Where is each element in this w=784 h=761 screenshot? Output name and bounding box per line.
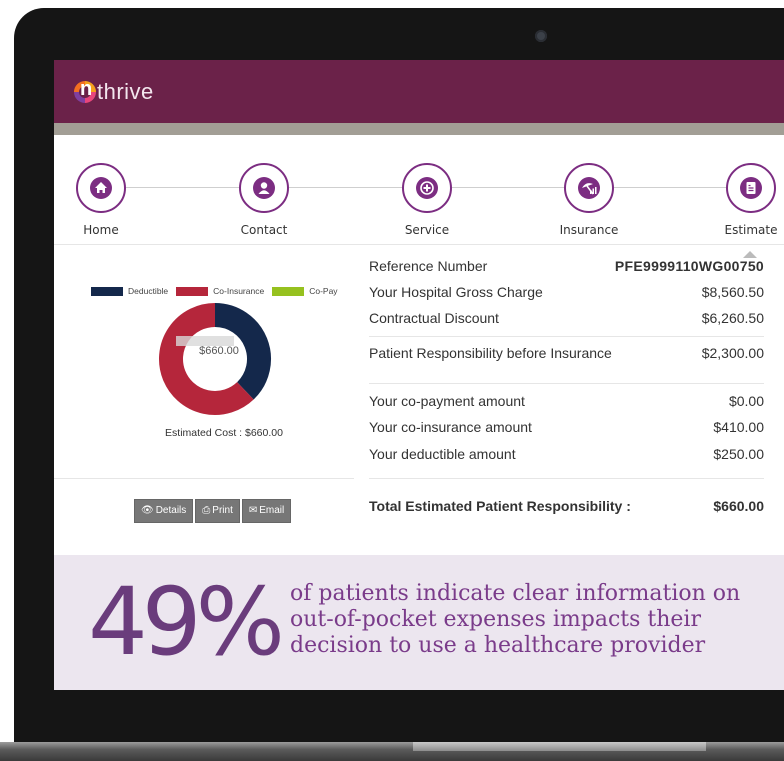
email-button[interactable]: ✉ Email: [241, 499, 292, 523]
legend-swatch-copay: [272, 286, 305, 296]
umbrella-icon: [578, 177, 600, 199]
stat-description: of patients indicate clear information o…: [290, 581, 741, 658]
coinsurance-label: Your co-insurance amount: [369, 419, 532, 435]
step-insurance-circle: [564, 163, 614, 213]
email-label: Email: [259, 505, 285, 516]
row-separator: [369, 383, 764, 384]
discount-value: $6,260.50: [701, 310, 764, 326]
left-divider: [54, 478, 354, 479]
copay-label: Your co-payment amount: [369, 393, 525, 409]
gross-charge-label: Your Hospital Gross Charge: [369, 284, 543, 300]
camera-icon: [535, 30, 547, 42]
row-separator: [369, 478, 764, 479]
logo-letter: n: [80, 78, 93, 100]
step-contact[interactable]: Contact: [209, 163, 319, 237]
printer-icon: ⎙: [202, 505, 211, 516]
step-home[interactable]: Home: [54, 163, 156, 237]
step-service-label: Service: [404, 223, 450, 237]
coinsurance-value: $410.00: [713, 419, 764, 435]
app-screen: n thrive Home Contact Service Insurance …: [54, 60, 784, 690]
step-service-circle: [402, 163, 452, 213]
logo-wordmark: thrive: [97, 79, 154, 104]
laptop-base-notch: [413, 742, 706, 751]
discount-label: Contractual Discount: [369, 310, 499, 326]
print-button[interactable]: ⎙ Print: [195, 499, 240, 523]
progress-steps: Home Contact Service Insurance Estimate: [54, 135, 784, 258]
gross-charge-value: $8,560.50: [701, 284, 764, 300]
step-insurance[interactable]: Insurance: [534, 163, 644, 237]
header-bar: n thrive: [54, 60, 784, 123]
legend-label-copay: Co-Pay: [309, 286, 338, 296]
document-icon: [740, 177, 762, 199]
total-value: $660.00: [713, 498, 764, 514]
row-separator: [369, 336, 764, 337]
total-label: Total Estimated Patient Responsibility :: [369, 498, 631, 514]
home-icon: [90, 177, 112, 199]
legend-swatch-deductible: [91, 286, 123, 296]
step-service[interactable]: Service: [372, 163, 482, 237]
eye-icon: 👁: [141, 505, 154, 516]
details-button[interactable]: 👁 Details: [134, 499, 194, 523]
reference-label: Reference Number: [369, 258, 488, 274]
deductible-value: $250.00: [713, 446, 764, 462]
step-estimate-label: Estimate: [724, 223, 778, 237]
brand-logo[interactable]: n thrive: [74, 78, 154, 106]
stat-percentage: 49%: [88, 568, 285, 677]
header-accent-bar: [54, 123, 784, 135]
legend-label-deductible: Deductible: [128, 286, 169, 296]
stat-banner: 49% of patients indicate clear informati…: [54, 555, 784, 690]
step-estimate-circle: [726, 163, 776, 213]
steps-divider: [54, 244, 784, 245]
step-insurance-label: Insurance: [559, 223, 619, 237]
copay-value: $0.00: [728, 393, 764, 409]
legend-swatch-coinsurance: [176, 286, 209, 296]
step-contact-circle: [239, 163, 289, 213]
step-home-label: Home: [83, 223, 119, 237]
donut-center-label: $660.00: [199, 345, 239, 357]
deductible-label: Your deductible amount: [369, 446, 516, 462]
details-label: Details: [155, 505, 187, 516]
action-buttons: 👁 Details ⎙ Print ✉ Email: [134, 499, 292, 523]
step-contact-label: Contact: [240, 223, 288, 237]
responsibility-value: $2,300.00: [701, 345, 764, 361]
cost-donut-chart[interactable]: [157, 301, 273, 417]
print-label: Print: [212, 505, 233, 516]
step-estimate[interactable]: Estimate: [696, 163, 784, 258]
chart-legend: Deductible Co-Insurance Co-Pay: [91, 286, 346, 296]
person-icon: [253, 177, 275, 199]
medical-cross-icon: [416, 177, 438, 199]
legend-label-coinsurance: Co-Insurance: [213, 286, 265, 296]
active-step-caret-icon: [743, 251, 757, 258]
responsibility-label: Patient Responsibility before Insurance: [369, 345, 612, 361]
estimated-cost-caption: Estimated Cost : $660.00: [165, 427, 283, 439]
reference-value: PFE9999110WG00750: [614, 258, 764, 274]
envelope-icon: ✉: [248, 505, 258, 516]
step-home-circle: [76, 163, 126, 213]
